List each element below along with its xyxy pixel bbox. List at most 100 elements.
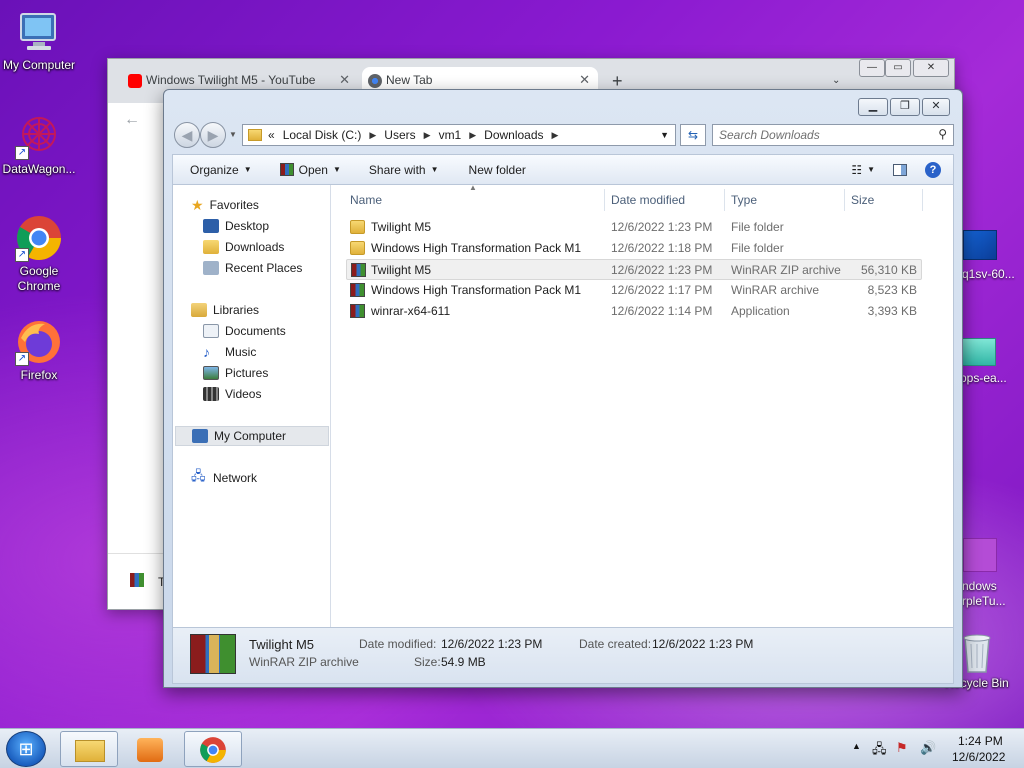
file-type: WinRAR archive bbox=[731, 283, 820, 297]
nav-recent-places[interactable]: Recent Places bbox=[203, 258, 302, 278]
close-tab-icon[interactable]: ✕ bbox=[579, 72, 590, 88]
nav-videos[interactable]: Videos bbox=[203, 384, 261, 404]
close-button[interactable]: ✕ bbox=[913, 59, 949, 77]
file-size: 8,523 KB bbox=[867, 283, 917, 297]
taskbar-explorer-button[interactable] bbox=[60, 731, 118, 767]
column-header-type[interactable]: Type bbox=[731, 189, 757, 211]
column-divider[interactable] bbox=[922, 189, 923, 211]
details-date-modified-label: Date modified: bbox=[359, 637, 437, 651]
share-with-button[interactable]: Share with ▼ bbox=[369, 163, 439, 177]
file-row-selected[interactable]: Twilight M5 12/6/2022 1:23 PM WinRAR ZIP… bbox=[346, 259, 922, 280]
help-button[interactable]: ? bbox=[925, 161, 941, 178]
change-view-button[interactable]: ☷ ▼ bbox=[851, 163, 875, 177]
details-date-created-label: Date created: bbox=[579, 637, 652, 651]
refresh-icon: ⇆ bbox=[687, 128, 699, 142]
file-row[interactable]: Twilight M5 12/6/2022 1:23 PM File folde… bbox=[346, 217, 922, 238]
computer-icon bbox=[15, 8, 63, 56]
folder-icon bbox=[75, 740, 105, 762]
search-input[interactable]: Search Downloads ⚲ bbox=[712, 124, 954, 146]
nav-label: Pictures bbox=[225, 366, 269, 380]
explorer-window[interactable]: ▁ ❐ ✕ ◀ ▶ ▼ « Local Disk (C:) ▶ Users ▶ … bbox=[163, 89, 963, 688]
taskbar-chrome-button[interactable] bbox=[184, 731, 242, 767]
file-row[interactable]: Windows High Transformation Pack M1 12/6… bbox=[346, 238, 922, 259]
chrome-tab-title: Windows Twilight M5 - YouTube bbox=[146, 73, 316, 87]
chevron-right-icon[interactable]: ▶ bbox=[424, 130, 431, 141]
nav-label: Libraries bbox=[213, 303, 260, 317]
shortcut-arrow-icon: ↗ bbox=[15, 146, 29, 160]
desktop-icon-google-chrome[interactable]: ↗ Google Chrome bbox=[0, 214, 78, 294]
address-dropdown-icon[interactable]: ▼ bbox=[660, 130, 669, 140]
column-header-size[interactable]: Size bbox=[851, 189, 874, 211]
desktop-icon-datawagon[interactable]: ↗ DataWagon... bbox=[0, 112, 78, 177]
breadcrumb-overflow[interactable]: « bbox=[268, 128, 275, 142]
file-size: 3,393 KB bbox=[867, 304, 917, 318]
command-bar: Organize ▼ Open ▼ Share with ▼ New folder ☷… bbox=[172, 154, 954, 184]
address-bar[interactable]: « Local Disk (C:) ▶ Users ▶ vm1 ▶ Downlo… bbox=[242, 124, 676, 146]
tab-search-icon[interactable]: ⌄ bbox=[832, 75, 840, 86]
nav-pictures[interactable]: Pictures bbox=[203, 363, 268, 383]
column-divider[interactable] bbox=[604, 189, 605, 211]
breadcrumb-vm1[interactable]: vm1 bbox=[439, 128, 462, 142]
minimize-button[interactable]: — bbox=[859, 59, 885, 77]
file-row[interactable]: winrar-x64-611 12/6/2022 1:14 PM Applica… bbox=[346, 301, 922, 322]
nav-favorites[interactable]: ★ Favorites bbox=[191, 195, 259, 215]
chevron-right-icon[interactable]: ▶ bbox=[552, 130, 559, 141]
nav-documents[interactable]: Documents bbox=[203, 321, 286, 341]
back-button[interactable]: ◀ bbox=[174, 122, 200, 148]
desktop-icon-firefox[interactable]: ↗ Firefox bbox=[0, 318, 78, 383]
file-row[interactable]: Windows High Transformation Pack M1 12/6… bbox=[346, 280, 922, 301]
preview-pane-button[interactable] bbox=[893, 163, 907, 176]
music-icon: ♪ bbox=[203, 344, 210, 360]
breadcrumb-downloads[interactable]: Downloads bbox=[484, 128, 543, 142]
desktop-icon-partial-1[interactable] bbox=[963, 230, 997, 260]
network-tray-icon[interactable]: 🖧 bbox=[872, 740, 887, 762]
explorer-content: ★ Favorites Desktop Downloads Recent Plac… bbox=[172, 183, 954, 628]
breadcrumb-users[interactable]: Users bbox=[384, 128, 415, 142]
organize-button[interactable]: Organize ▼ bbox=[190, 163, 252, 177]
nav-desktop[interactable]: Desktop bbox=[203, 216, 269, 236]
forward-button[interactable]: ▶ bbox=[200, 122, 226, 148]
show-hidden-icons-icon[interactable]: ▲ bbox=[852, 741, 861, 751]
details-file-type: WinRAR ZIP archive bbox=[249, 655, 359, 669]
close-tab-icon[interactable]: ✕ bbox=[339, 72, 350, 88]
close-button[interactable]: ✕ bbox=[922, 98, 950, 116]
open-button[interactable]: Open ▼ bbox=[279, 163, 341, 177]
clock-time[interactable]: 1:24 PM bbox=[958, 734, 1003, 748]
column-header-date-modified[interactable]: Date modified bbox=[611, 189, 685, 211]
volume-icon[interactable]: 🔊 bbox=[920, 740, 936, 756]
chevron-right-icon[interactable]: ▶ bbox=[469, 130, 476, 141]
chevron-right-icon[interactable]: ▶ bbox=[369, 130, 376, 141]
recent-places-icon bbox=[203, 261, 219, 275]
desktop-icon-my-computer[interactable]: My Computer bbox=[0, 8, 78, 73]
action-center-icon[interactable]: ⚑ bbox=[896, 740, 908, 756]
nav-network[interactable]: 🖧 Network bbox=[191, 468, 257, 488]
details-date-modified: 12/6/2022 1:23 PM bbox=[441, 637, 543, 651]
recent-pages-dropdown-icon[interactable]: ▼ bbox=[229, 130, 237, 139]
column-divider[interactable] bbox=[844, 189, 845, 211]
clock-date[interactable]: 12/6/2022 bbox=[952, 750, 1005, 764]
nav-music[interactable]: ♪ Music bbox=[203, 342, 256, 362]
taskbar-media-player-button[interactable] bbox=[122, 731, 180, 767]
maximize-button[interactable]: ❐ bbox=[890, 98, 920, 116]
winrar-archive-icon bbox=[190, 634, 236, 674]
desktop-icon-partial-label: rpleTu... bbox=[962, 594, 1006, 608]
column-header-name[interactable]: Name bbox=[350, 189, 382, 211]
desktop-icon-partial-2[interactable] bbox=[962, 338, 996, 366]
new-folder-button[interactable]: New folder bbox=[469, 163, 526, 177]
file-type: Application bbox=[731, 304, 790, 318]
minimize-button[interactable]: ▁ bbox=[858, 98, 888, 116]
nav-libraries[interactable]: Libraries bbox=[191, 300, 259, 320]
search-placeholder: Search Downloads bbox=[719, 128, 820, 142]
back-arrow-icon[interactable]: ← bbox=[124, 111, 140, 129]
nav-my-computer[interactable]: My Computer bbox=[175, 426, 329, 446]
refresh-button[interactable]: ⇆ bbox=[680, 124, 706, 146]
search-icon[interactable]: ⚲ bbox=[938, 127, 947, 141]
nav-downloads[interactable]: Downloads bbox=[203, 237, 284, 257]
start-button[interactable]: ⊞ bbox=[6, 731, 46, 767]
desktop-icon-partial-3[interactable] bbox=[963, 538, 997, 572]
column-divider[interactable] bbox=[724, 189, 725, 211]
breadcrumb-local-disk[interactable]: Local Disk (C:) bbox=[283, 128, 362, 142]
chevron-down-icon: ▼ bbox=[332, 165, 341, 174]
winrar-icon bbox=[130, 573, 144, 587]
maximize-button[interactable]: ▭ bbox=[885, 59, 911, 77]
